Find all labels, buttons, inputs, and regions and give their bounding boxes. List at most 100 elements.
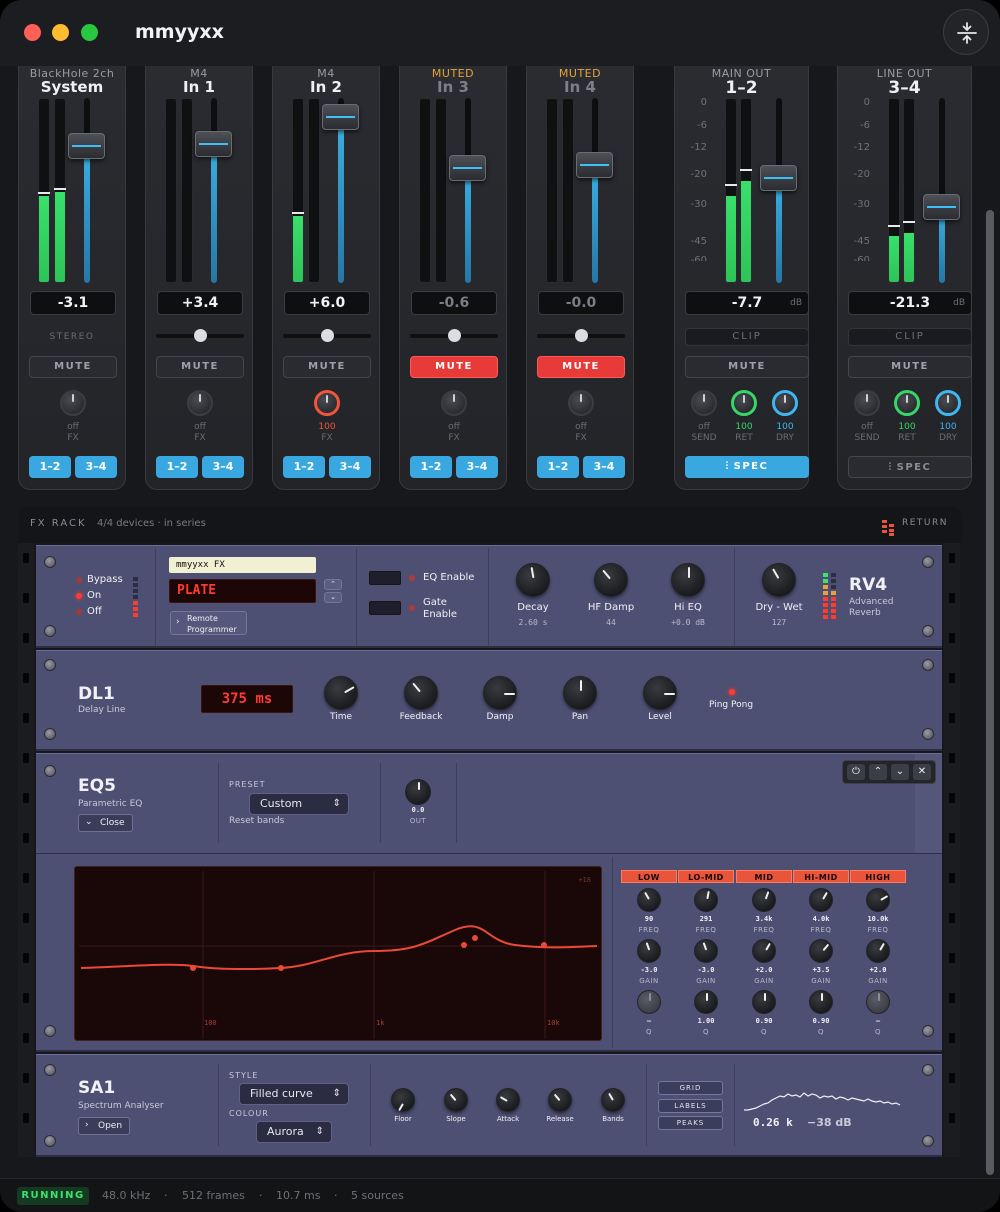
band-q-knob[interactable] <box>752 990 776 1014</box>
pan-handle[interactable] <box>448 329 461 342</box>
mute-button[interactable]: MUTE <box>537 356 625 378</box>
zoom-window-button[interactable] <box>81 24 98 41</box>
band-header[interactable]: LOW <box>621 870 677 883</box>
reverb-knob[interactable] <box>516 563 550 597</box>
fx-send-knob[interactable] <box>314 390 340 416</box>
delay-knob[interactable] <box>483 676 517 710</box>
preset-down-button[interactable]: ⌄ <box>324 592 342 603</box>
eq-enable-toggle[interactable] <box>369 571 401 585</box>
route-3-4-button[interactable]: 3–4 <box>202 456 244 478</box>
eq-preset-select[interactable]: Custom ⇕ <box>249 793 349 815</box>
analyser-knob[interactable] <box>391 1088 415 1112</box>
analyser-knob[interactable] <box>496 1088 520 1112</box>
band-gain-knob[interactable] <box>694 939 718 963</box>
band-freq-knob[interactable] <box>866 888 890 912</box>
peaks-toggle[interactable]: PEAKS <box>658 1116 723 1130</box>
move-up-button[interactable]: ⌃ <box>869 764 887 780</box>
band-freq-knob[interactable] <box>809 888 833 912</box>
fader-track[interactable] <box>465 98 471 283</box>
fx-send-knob[interactable] <box>187 390 213 416</box>
fx-send-knob[interactable] <box>568 390 594 416</box>
band-freq-knob[interactable] <box>752 888 776 912</box>
reverb-knob[interactable] <box>671 563 705 597</box>
delay-knob[interactable] <box>563 676 597 710</box>
route-1-2-button[interactable]: 1–2 <box>29 456 71 478</box>
fader-track[interactable] <box>84 98 90 283</box>
route-1-2-button[interactable]: 1–2 <box>156 456 198 478</box>
dry-knob[interactable] <box>935 390 961 416</box>
dry-knob[interactable] <box>772 390 798 416</box>
mute-button[interactable]: MUTE <box>29 356 117 378</box>
preset-name-field[interactable]: mmyyxx FX <box>169 557 316 573</box>
minimize-window-button[interactable] <box>52 24 69 41</box>
fader-track[interactable] <box>211 98 217 283</box>
pan-handle[interactable] <box>575 329 588 342</box>
ret-knob[interactable] <box>731 390 757 416</box>
eq-curve-display[interactable]: +18 100 1k 10k <box>74 866 602 1041</box>
mute-button[interactable]: MUTE <box>410 356 498 378</box>
route-1-2-button[interactable]: 1–2 <box>283 456 325 478</box>
mute-button[interactable]: MUTE <box>848 356 972 378</box>
remote-programmer-button[interactable]: › Remote Programmer <box>170 611 247 635</box>
spectrum-button[interactable]: ⫶ SPEC <box>685 456 809 478</box>
send-knob[interactable] <box>854 390 880 416</box>
band-header[interactable]: LO-MID <box>678 870 734 883</box>
mute-button[interactable]: MUTE <box>685 356 809 378</box>
fx-send-knob[interactable] <box>441 390 467 416</box>
close-window-button[interactable] <box>24 24 41 41</box>
eq-output-knob[interactable] <box>405 779 431 805</box>
band-header[interactable]: HI-MID <box>793 870 849 883</box>
fader-handle[interactable] <box>449 155 486 182</box>
delay-knob[interactable] <box>324 676 358 710</box>
route-3-4-button[interactable]: 3–4 <box>329 456 371 478</box>
gate-enable-toggle[interactable] <box>369 601 401 615</box>
move-down-button[interactable]: ⌄ <box>891 764 909 780</box>
route-3-4-button[interactable]: 3–4 <box>456 456 498 478</box>
band-q-knob[interactable] <box>809 990 833 1014</box>
band-q-knob[interactable] <box>637 990 661 1014</box>
remove-device-button[interactable]: ✕ <box>913 764 931 780</box>
analyser-knob[interactable] <box>548 1088 572 1112</box>
on-label[interactable]: On <box>87 590 101 601</box>
mute-button[interactable]: MUTE <box>283 356 371 378</box>
fader-track[interactable] <box>939 98 945 283</box>
band-header[interactable]: MID <box>736 870 792 883</box>
fader-handle[interactable] <box>923 194 960 221</box>
reverb-knob[interactable] <box>762 563 796 597</box>
fader-handle[interactable] <box>68 133 105 160</box>
band-gain-knob[interactable] <box>866 939 890 963</box>
band-gain-knob[interactable] <box>809 939 833 963</box>
analyser-knob[interactable] <box>444 1088 468 1112</box>
mute-button[interactable]: MUTE <box>156 356 244 378</box>
fx-send-knob[interactable] <box>60 390 86 416</box>
ret-knob[interactable] <box>894 390 920 416</box>
pan-slider[interactable] <box>410 329 498 342</box>
bypass-label[interactable]: Bypass <box>87 574 123 585</box>
collapse-button[interactable] <box>943 9 989 55</box>
band-gain-knob[interactable] <box>752 939 776 963</box>
delay-knob[interactable] <box>404 676 438 710</box>
fader-handle[interactable] <box>576 151 613 178</box>
preset-up-button[interactable]: ⌃ <box>324 579 342 590</box>
colour-select[interactable]: Aurora ⇕ <box>256 1121 332 1143</box>
band-q-knob[interactable] <box>694 990 718 1014</box>
pan-slider[interactable] <box>537 329 625 342</box>
scrollbar[interactable] <box>986 210 994 1175</box>
band-q-knob[interactable] <box>866 990 890 1014</box>
reset-bands-link[interactable]: Reset bands <box>229 816 284 826</box>
style-select[interactable]: Filled curve ⇕ <box>239 1083 349 1105</box>
open-editor-button[interactable]: › Open <box>78 1117 130 1135</box>
ping-pong-label[interactable]: Ping Pong <box>709 700 753 710</box>
power-button[interactable]: ⏻ <box>847 764 865 780</box>
fader-handle[interactable] <box>760 164 797 191</box>
fader-handle[interactable] <box>322 103 359 130</box>
pan-slider[interactable] <box>156 329 244 342</box>
analyser-knob[interactable] <box>601 1088 625 1112</box>
grid-toggle[interactable]: GRID <box>658 1081 723 1095</box>
pan-handle[interactable] <box>194 329 207 342</box>
band-gain-knob[interactable] <box>637 939 661 963</box>
delay-knob[interactable] <box>643 676 677 710</box>
route-3-4-button[interactable]: 3–4 <box>583 456 625 478</box>
route-1-2-button[interactable]: 1–2 <box>537 456 579 478</box>
band-freq-knob[interactable] <box>637 888 661 912</box>
